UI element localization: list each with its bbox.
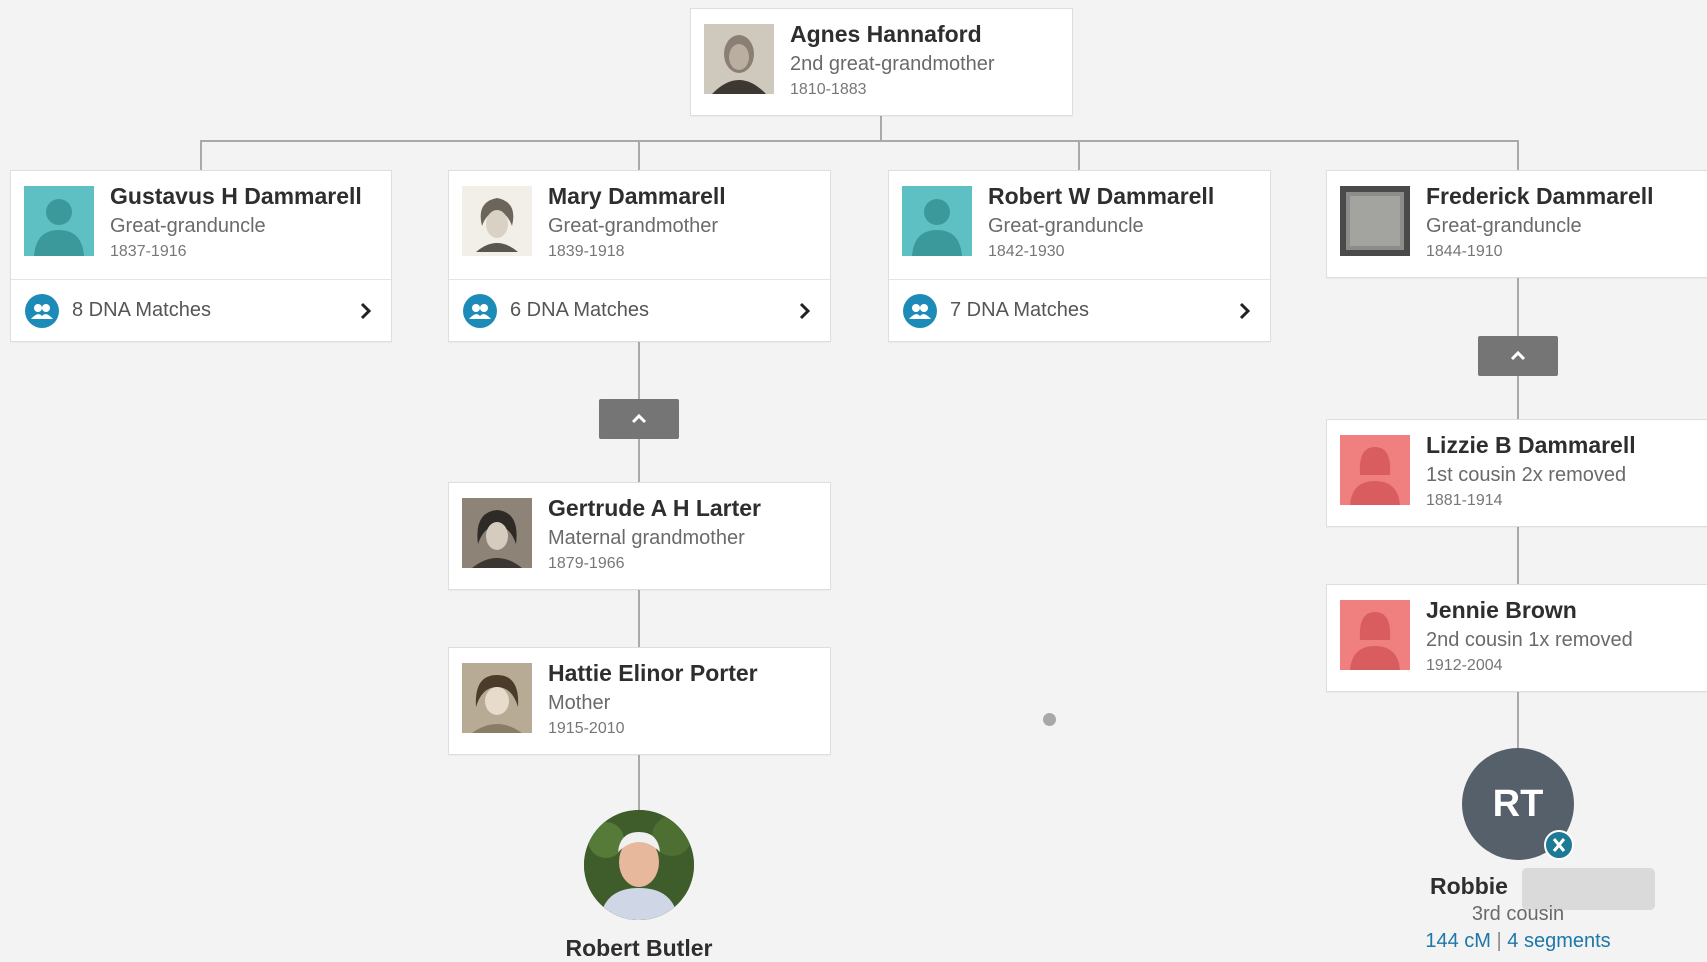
person-relationship: 1st cousin 2x removed bbox=[1426, 464, 1627, 486]
dna-matches-count: 7 DNA Matches bbox=[950, 299, 1089, 321]
dna-matches-link[interactable]: 7 DNA Matches bbox=[889, 279, 1270, 342]
person-card-hattie[interactable]: Hattie Elinor Porter Mother 1915-2010 bbox=[448, 647, 831, 755]
scroll-indicator-dot bbox=[1043, 713, 1056, 726]
person-card-header[interactable]: Gustavus H Dammarell Great-granduncle 18… bbox=[11, 171, 391, 279]
shared-cm: 144 cM bbox=[1425, 930, 1491, 952]
person-name: Frederick Dammarell bbox=[1426, 183, 1654, 209]
portrait-photo bbox=[462, 663, 532, 733]
person-relationship: Great-granduncle bbox=[1426, 215, 1582, 237]
chevron-up-icon bbox=[1510, 350, 1526, 361]
dna-matches-link[interactable]: 8 DNA Matches bbox=[11, 279, 391, 342]
chevron-right-icon bbox=[356, 301, 376, 321]
document-photo bbox=[1340, 186, 1410, 256]
dna-match-icon bbox=[25, 294, 59, 328]
portrait-sketch bbox=[462, 186, 532, 256]
dna-match-icon bbox=[463, 294, 497, 328]
person-relationship: Mother bbox=[548, 692, 611, 714]
person-dates: 1810-1883 bbox=[790, 81, 867, 98]
person-dates: 1881-1914 bbox=[1426, 492, 1503, 509]
person-relationship: Great-granduncle bbox=[110, 215, 266, 237]
person-dates: 1879-1966 bbox=[548, 555, 625, 572]
person-dates: 1837-1916 bbox=[110, 243, 187, 260]
person-name: Gustavus H Dammarell bbox=[110, 183, 362, 209]
person-card-header[interactable]: Mary Dammarell Great-grandmother 1839-19… bbox=[449, 171, 830, 279]
male-silhouette-icon bbox=[902, 186, 972, 256]
dna-matches-count: 8 DNA Matches bbox=[72, 299, 211, 321]
person-name: Mary Dammarell bbox=[548, 183, 726, 209]
person-dates: 1839-1918 bbox=[548, 243, 625, 260]
connector-drop-1 bbox=[200, 140, 202, 170]
connector-root-down bbox=[880, 115, 882, 141]
connector-drop-3 bbox=[1078, 140, 1080, 170]
chevron-right-icon bbox=[795, 301, 815, 321]
person-card-lizzie[interactable]: Lizzie B Dammarell 1st cousin 2x removed… bbox=[1326, 419, 1707, 527]
person-dates: 1912-2004 bbox=[1426, 657, 1503, 674]
portrait-photo bbox=[704, 24, 774, 94]
connector-drop-4 bbox=[1517, 140, 1519, 170]
connector-jennie-down bbox=[1517, 692, 1519, 750]
connector-drop-2 bbox=[638, 140, 640, 170]
person-card-robert-w[interactable]: Robert W Dammarell Great-granduncle 1842… bbox=[888, 170, 1271, 342]
dna-match-icon bbox=[903, 294, 937, 328]
portrait-photo bbox=[462, 498, 532, 568]
person-name: Hattie Elinor Porter bbox=[548, 660, 758, 686]
female-silhouette-icon bbox=[1340, 435, 1410, 505]
person-name: Robert W Dammarell bbox=[988, 183, 1215, 209]
person-card-mary[interactable]: Mary Dammarell Great-grandmother 1839-19… bbox=[448, 170, 831, 342]
separator: | bbox=[1496, 930, 1502, 952]
person-relationship: Great-granduncle bbox=[988, 215, 1144, 237]
chevron-up-icon bbox=[631, 413, 647, 424]
male-silhouette-icon bbox=[24, 186, 94, 256]
dna-matches-count: 6 DNA Matches bbox=[510, 299, 649, 321]
person-card-gertrude[interactable]: Gertrude A H Larter Maternal grandmother… bbox=[448, 482, 831, 590]
self-avatar[interactable] bbox=[584, 810, 694, 920]
female-silhouette-icon bbox=[1340, 600, 1410, 670]
shared-segments: 4 segments bbox=[1507, 930, 1611, 952]
person-dates: 1844-1910 bbox=[1426, 243, 1503, 260]
shared-dna-link[interactable]: 144 cM | 4 segments bbox=[1380, 930, 1656, 953]
person-relationship: Great-grandmother bbox=[548, 215, 719, 237]
match-relationship: 3rd cousin bbox=[1471, 903, 1565, 925]
person-card-frederick[interactable]: Frederick Dammarell Great-granduncle 184… bbox=[1326, 170, 1707, 278]
person-dates: 1842-1930 bbox=[988, 243, 1065, 260]
connector-hattie-down bbox=[638, 755, 640, 813]
chevron-right-icon bbox=[1235, 301, 1255, 321]
person-relationship: 2nd cousin 1x removed bbox=[1426, 629, 1633, 651]
person-card-gustavus[interactable]: Gustavus H Dammarell Great-granduncle 18… bbox=[10, 170, 392, 342]
person-name: Agnes Hannaford bbox=[790, 21, 982, 47]
connector-horizontal bbox=[200, 140, 1519, 142]
dna-x-badge-icon bbox=[1544, 830, 1574, 860]
dna-matches-link[interactable]: 6 DNA Matches bbox=[449, 279, 830, 342]
self-name: Robert Butler bbox=[565, 935, 713, 961]
person-dates: 1915-2010 bbox=[548, 720, 625, 737]
person-name: Gertrude A H Larter bbox=[548, 495, 762, 521]
person-card-header[interactable]: Robert W Dammarell Great-granduncle 1842… bbox=[889, 171, 1270, 279]
connector-lizzie-down bbox=[1517, 527, 1519, 585]
person-relationship: 2nd great-grandmother bbox=[790, 53, 995, 75]
collapse-branch-button-frederick[interactable] bbox=[1478, 336, 1558, 376]
person-card-jennie[interactable]: Jennie Brown 2nd cousin 1x removed 1912-… bbox=[1326, 584, 1707, 692]
person-name: Lizzie B Dammarell bbox=[1426, 432, 1636, 458]
collapse-branch-button-mary[interactable] bbox=[599, 399, 679, 439]
person-card-root[interactable]: Agnes Hannaford 2nd great-grandmother 18… bbox=[690, 8, 1073, 116]
connector-gertrude-down bbox=[638, 590, 640, 648]
person-relationship: Maternal grandmother bbox=[548, 527, 745, 549]
person-name: Jennie Brown bbox=[1426, 597, 1577, 623]
match-name[interactable]: Robbie bbox=[1430, 873, 1508, 900]
